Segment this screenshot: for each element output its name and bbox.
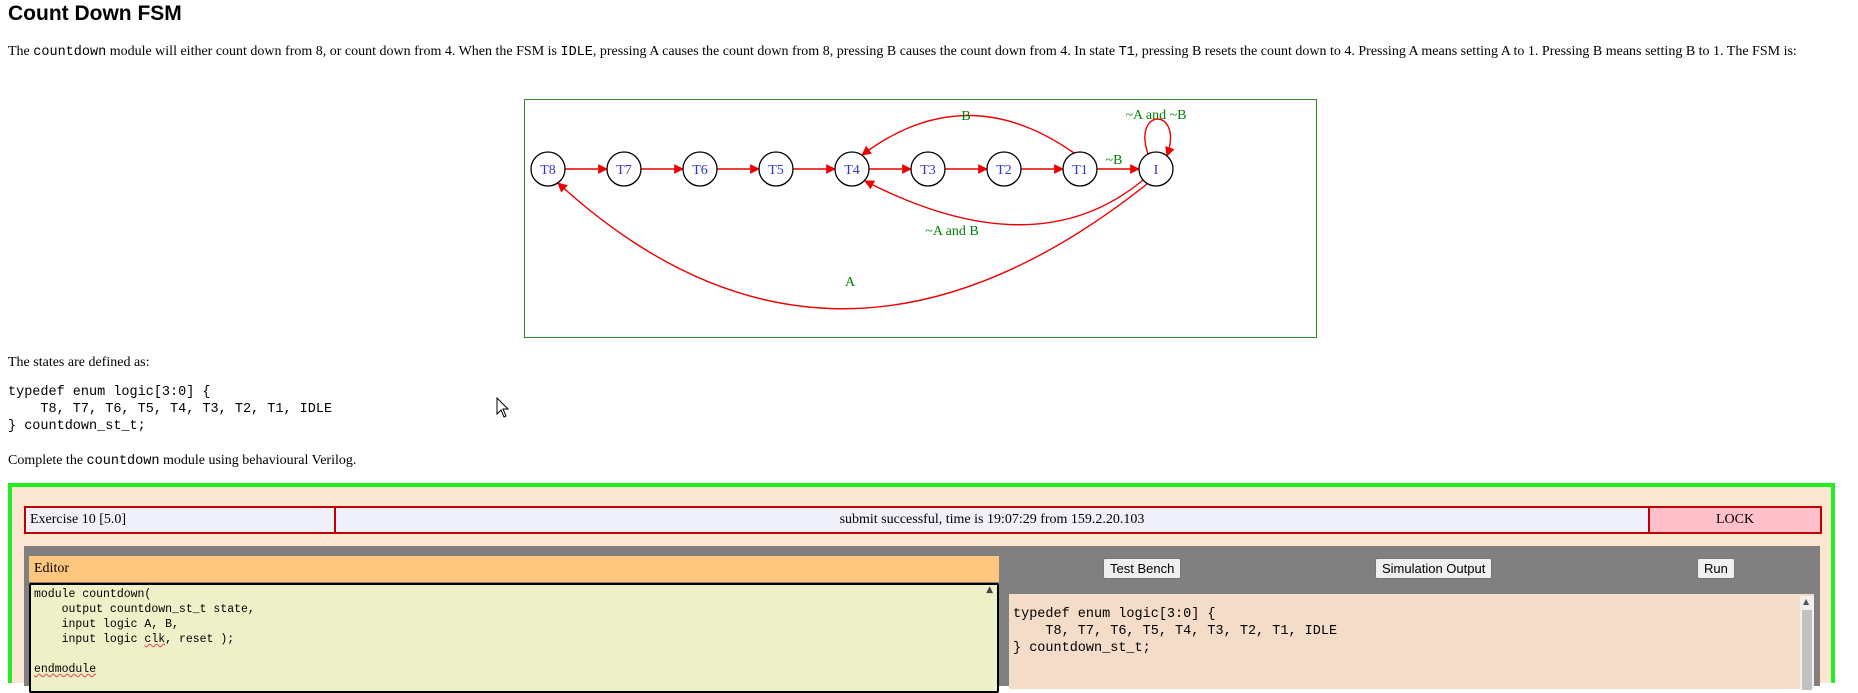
fsm-svg: T8 T7 T6 T5 T4 T3 T2 T1 I ~B B ~A and ~B ~A and B A — [530, 108, 1187, 310]
output-panel: typedef enum logic[3:0] { T8, T7, T6, T5… — [1009, 594, 1814, 690]
code-t1: T1 — [1118, 45, 1135, 60]
state-label-t7: T7 — [616, 163, 632, 178]
state-label-t3: T3 — [920, 163, 936, 178]
mouse-cursor-icon — [496, 397, 510, 418]
state-label-i: I — [1154, 163, 1159, 178]
intro-paragraph: The countdown module will either count d… — [8, 44, 1797, 60]
state-label-t4: T4 — [844, 163, 860, 178]
simulation-output-button[interactable]: Simulation Output — [1375, 558, 1493, 579]
test-bench-button[interactable]: Test Bench — [1103, 558, 1182, 579]
states-intro: The states are defined as: — [8, 355, 150, 370]
code-countdown: countdown — [33, 45, 107, 60]
edge-i-to-i — [1144, 118, 1175, 157]
submit-status: submit successful, time is 19:07:29 from… — [336, 508, 1650, 532]
code-editor[interactable]: module countdown( output countdown_st_t … — [29, 583, 999, 693]
complete-instruction: Complete the countdown module using beha… — [8, 453, 357, 469]
edge-i-to-t8-label: A — [845, 275, 856, 290]
state-label-t1: T1 — [1072, 163, 1088, 178]
spellcheck-clk: clk — [144, 633, 166, 646]
page-title: Count Down FSM — [8, 2, 182, 25]
output-content: typedef enum logic[3:0] { T8, T7, T6, T5… — [1013, 607, 1338, 656]
editor-content[interactable]: module countdown( output countdown_st_t … — [31, 585, 997, 679]
exercise-status-bar: Exercise 10 [5.0] submit successful, tim… — [24, 506, 1822, 534]
scroll-up-arrow-icon[interactable]: ▲ — [1803, 597, 1809, 606]
editor-header: Editor — [29, 556, 999, 582]
code-idle: IDLE — [560, 45, 593, 60]
edge-i-to-t4-label: ~A and B — [925, 224, 978, 239]
state-label-t8: T8 — [540, 163, 556, 178]
state-label-t6: T6 — [692, 163, 708, 178]
editor-scroll-up-icon[interactable]: ▲ — [986, 585, 993, 595]
exercise-name: Exercise 10 [5.0] — [26, 508, 336, 532]
state-label-t5: T5 — [768, 163, 784, 178]
edge-i-to-i-label: ~A and ~B — [1125, 108, 1186, 123]
lock-button[interactable]: LOCK — [1650, 508, 1820, 532]
output-scrollbar[interactable]: ▲ — [1800, 596, 1814, 690]
edge-t1-to-t4-label: B — [961, 109, 970, 124]
exercise-panel: Exercise 10 [5.0] submit successful, tim… — [8, 483, 1835, 693]
spellcheck-endmodule: endmodule — [34, 663, 97, 676]
fsm-diagram: T8 T7 T6 T5 T4 T3 T2 T1 I ~B B ~A and ~B ~A and B A — [524, 99, 1317, 338]
code-countdown-2: countdown — [86, 454, 160, 469]
edge-t1-to-i-label: ~B — [1106, 153, 1123, 168]
run-button[interactable]: Run — [1697, 558, 1735, 579]
state-label-t2: T2 — [996, 163, 1012, 178]
scrollbar-thumb[interactable] — [1802, 610, 1812, 690]
work-area: Editor module countdown( output countdow… — [24, 546, 1820, 693]
states-code-block: typedef enum logic[3:0] { T8, T7, T6, T5… — [8, 385, 333, 434]
